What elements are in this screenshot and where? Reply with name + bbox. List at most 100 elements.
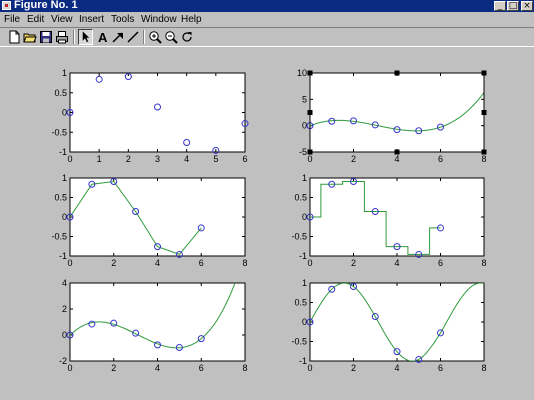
x-tick-label: 6: [199, 258, 204, 268]
rotate-icon[interactable]: [180, 30, 194, 44]
window-title: Figure No. 1: [14, 0, 78, 11]
subplot-1[interactable]: 0 1 2 3 4 5 6 1 0.5 0 -0.5 -1: [51, 68, 249, 164]
x-tick-label: 8: [242, 363, 247, 373]
x-tick-label: 0: [67, 363, 72, 373]
x-tick-label: 2: [111, 258, 116, 268]
y-tick-label: 0: [62, 330, 67, 340]
line-icon[interactable]: [126, 30, 140, 44]
text-icon[interactable]: A: [96, 30, 110, 44]
y-tick-label: 0.5: [294, 193, 307, 203]
y-tick-label: -1: [299, 356, 307, 366]
menu-tools[interactable]: Tools: [111, 13, 134, 26]
menu-help[interactable]: Help: [181, 13, 202, 26]
arrow-icon[interactable]: [111, 30, 125, 44]
x-tick-label: 6: [438, 154, 443, 164]
subplot-2[interactable]: 0 2 4 6 81050-5: [297, 68, 487, 164]
x-tick-label: 0: [67, 154, 72, 164]
open-folder-icon[interactable]: [23, 30, 37, 44]
y-tick-label: 10: [297, 68, 307, 78]
axes-box: [69, 177, 246, 257]
x-tick-label: 3: [155, 154, 160, 164]
x-tick-label: 6: [199, 363, 204, 373]
x-tick-label: 4: [394, 154, 399, 164]
x-tick-label: 4: [394, 363, 399, 373]
x-tick-label: 6: [438, 363, 443, 373]
x-tick-label: 0: [307, 363, 312, 373]
save-icon[interactable]: [39, 30, 53, 44]
subplot-4[interactable]: 0 2 4 6 8 1 0.5 0 -0.5 -1: [291, 173, 486, 268]
selection-handle[interactable]: [394, 149, 400, 155]
y-tick-label: 1: [62, 68, 67, 78]
y-tick-label: 4: [62, 278, 67, 288]
selection-handle[interactable]: [481, 149, 487, 155]
minimize-button[interactable]: _: [494, 1, 506, 11]
x-tick-label: 8: [481, 258, 486, 268]
y-tick-label: 0.5: [294, 298, 307, 308]
close-button[interactable]: ×: [521, 1, 533, 11]
y-tick-label: 1: [302, 278, 307, 288]
menu-edit[interactable]: Edit: [27, 13, 44, 26]
menu-window[interactable]: Window: [141, 13, 177, 26]
y-tick-label: -0.5: [291, 232, 307, 242]
figure-canvas[interactable]: 0 1 2 3 4 5 610.50-0.5-10 2 4 6 81050-50 2 4 6 810.50-…: [0, 48, 534, 400]
x-tick-label: 4: [155, 258, 160, 268]
title-bar[interactable]: Figure No. 1 _ □ ×: [0, 0, 534, 12]
y-tick-label: -0.5: [51, 232, 67, 242]
subplot-3[interactable]: 0 2 4 6 8 1 0.5 0 -0.5 -1: [51, 173, 247, 268]
new-file-icon[interactable]: [7, 30, 21, 44]
toolbar-separator: [73, 30, 75, 44]
x-tick-label: 6: [438, 258, 443, 268]
y-tick-label: 0: [302, 317, 307, 327]
zoom-out-icon[interactable]: [164, 30, 178, 44]
y-tick-label: -1: [59, 251, 67, 261]
y-tick-label: 1: [302, 173, 307, 183]
selection-handle[interactable]: [481, 110, 487, 115]
y-tick-label: -2: [59, 356, 67, 366]
maximize-button[interactable]: □: [507, 1, 519, 11]
x-tick-label: 4: [394, 258, 399, 268]
selection-handle[interactable]: [307, 149, 313, 155]
menu-bar: File Edit View Insert Tools Window Help: [0, 12, 534, 26]
axes-box: [309, 72, 485, 153]
menu-insert[interactable]: Insert: [79, 13, 104, 26]
y-tick-label: 0: [302, 212, 307, 222]
menu-view[interactable]: View: [51, 13, 73, 26]
menu-file[interactable]: File: [4, 13, 20, 26]
y-tick-label: 5: [302, 94, 307, 104]
axes-box: [309, 282, 485, 362]
y-tick-label: 0.5: [54, 88, 67, 98]
x-tick-label: 0: [307, 258, 312, 268]
x-tick-label: 2: [111, 363, 116, 373]
x-tick-label: 2: [351, 363, 356, 373]
svg-text:A: A: [98, 30, 108, 44]
x-tick-label: 0: [307, 154, 312, 164]
x-tick-label: 4: [155, 363, 160, 373]
y-tick-label: -5: [299, 147, 307, 157]
print-icon[interactable]: [55, 30, 69, 44]
selection-handle[interactable]: [481, 70, 487, 76]
selection-handle[interactable]: [394, 70, 400, 76]
x-tick-label: 8: [242, 258, 247, 268]
zoom-in-icon[interactable]: [148, 30, 162, 44]
x-tick-label: 6: [242, 154, 247, 164]
selection-handle[interactable]: [307, 110, 313, 115]
x-tick-label: 2: [351, 258, 356, 268]
y-tick-label: -0.5: [51, 127, 67, 137]
arrow-pointer-icon[interactable]: [78, 29, 93, 45]
x-tick-label: 0: [67, 258, 72, 268]
figure-window: Figure No. 1 _ □ × File Edit View Insert…: [0, 0, 534, 400]
toolbar: A: [0, 27, 534, 47]
x-tick-label: 2: [351, 154, 356, 164]
y-tick-label: 0: [302, 121, 307, 131]
y-tick-label: 0: [62, 212, 67, 222]
selection-handle[interactable]: [307, 70, 313, 76]
y-tick-label: -1: [59, 147, 67, 157]
subplot-5[interactable]: 0 2 4 6 8420-2: [59, 254, 248, 374]
figure-icon: [2, 1, 11, 10]
y-tick-label: -1: [299, 251, 307, 261]
axes-box: [309, 177, 485, 257]
x-tick-label: 2: [126, 154, 131, 164]
subplot-6[interactable]: 0 2 4 6 8 1 0.5 0 -0.5 -1: [291, 278, 486, 373]
x-tick-label: 4: [184, 154, 189, 164]
y-tick-label: -0.5: [291, 337, 307, 347]
